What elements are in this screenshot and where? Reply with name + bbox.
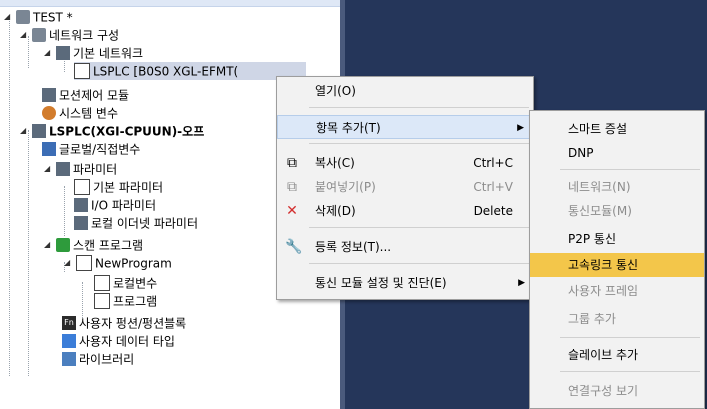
- submenu-user-frame[interactable]: 사용자 프레임: [530, 279, 704, 303]
- ethernet-parameter-icon: [74, 215, 88, 230]
- context-menu: 열기(O) 항목 추가(T) ▶ ⧉ 복사(C) Ctrl+C ⧉ 붙여넣기(P…: [276, 76, 534, 300]
- tree-node-program[interactable]: 프로그램: [94, 292, 157, 310]
- submenu-smart-expansion[interactable]: 스마트 증설: [530, 117, 704, 141]
- submenu-arrow-icon: ▶: [518, 278, 525, 288]
- tree-node-lsplc-module[interactable]: LSPLC [B0S0 XGL-EFMT(: [74, 62, 306, 80]
- program-icon: [94, 292, 110, 309]
- tree-node-user-function[interactable]: Fn 사용자 펑션/펑션블록: [62, 314, 186, 332]
- io-parameter-icon: [74, 197, 88, 212]
- tree-node-basic-network[interactable]: ◢ 기본 네트워크: [42, 44, 143, 62]
- wrench-icon: 🔧: [285, 239, 303, 255]
- tree-node-basic-params[interactable]: 기본 파라미터: [74, 178, 163, 196]
- system-variable-icon: [42, 105, 56, 120]
- submenu-arrow-icon: ▶: [517, 123, 524, 133]
- submenu-add-slave[interactable]: 슬레이브 추가: [530, 343, 704, 367]
- submenu-highspeed-link[interactable]: 고속링크 통신: [530, 253, 704, 277]
- copy-icon: ⧉: [287, 155, 297, 171]
- tree-node-local-eth-params[interactable]: 로컬 이더넷 파라미터: [74, 214, 198, 232]
- menu-copy[interactable]: ⧉ 복사(C) Ctrl+C: [277, 151, 533, 175]
- tree-node-scan-program[interactable]: ◢ 스캔 프로그램: [42, 236, 143, 254]
- delete-icon: ✕: [286, 203, 298, 219]
- tree-node-plc[interactable]: ◢ LSPLC(XGI-CPUUN)-오프: [18, 122, 204, 140]
- submenu-network[interactable]: 네트워크(N): [530, 175, 704, 199]
- global-variable-icon: [42, 141, 56, 156]
- submenu-p2p[interactable]: P2P 통신: [530, 227, 704, 251]
- local-variable-icon: [94, 274, 110, 291]
- tree-top-strip: [0, 0, 340, 7]
- menu-add-item[interactable]: 항목 추가(T) ▶: [277, 115, 533, 139]
- menu-comm-setup[interactable]: 통신 모듈 설정 및 진단(E) ▶: [277, 271, 533, 295]
- basic-parameter-icon: [74, 178, 90, 195]
- tree-node-project[interactable]: ◢ TEST *: [2, 8, 73, 26]
- tree-node-system-vars[interactable]: 시스템 변수: [42, 104, 118, 122]
- motion-module-icon: [42, 87, 56, 102]
- tree-node-new-program[interactable]: ◢ NewProgram: [62, 254, 172, 272]
- plc-icon: [32, 123, 46, 138]
- submenu-view-connection[interactable]: 연결구성 보기: [530, 379, 704, 403]
- menu-paste[interactable]: ⧉ 붙여넣기(P) Ctrl+V: [277, 175, 533, 199]
- tree-node-params[interactable]: ◢ 파라미터: [42, 160, 117, 178]
- add-item-submenu: 스마트 증설 DNP 네트워크(N) 통신모듈(M) P2P 통신 고속링크 통…: [529, 110, 705, 409]
- library-icon: [62, 351, 76, 366]
- menu-register-info[interactable]: 🔧 등록 정보(T)...: [277, 235, 533, 259]
- tree-node-network-config[interactable]: ◢ 네트워크 구성: [18, 26, 119, 44]
- parameter-folder-icon: [56, 161, 70, 176]
- scan-program-icon: [56, 237, 70, 252]
- datatype-icon: [62, 333, 76, 348]
- submenu-dnp[interactable]: DNP: [530, 141, 704, 165]
- tree-node-library[interactable]: 라이브러리: [62, 350, 134, 368]
- submenu-add-group[interactable]: 그룹 추가: [530, 307, 704, 331]
- network-config-icon: [32, 27, 46, 42]
- menu-open[interactable]: 열기(O): [277, 79, 533, 103]
- tree-node-local-vars[interactable]: 로컬변수: [94, 274, 157, 292]
- function-block-icon: Fn: [62, 315, 76, 330]
- module-icon: [74, 62, 90, 79]
- basic-network-icon: [56, 45, 70, 60]
- tree-node-motion-module[interactable]: 모션제어 모듈: [42, 86, 129, 104]
- menu-delete[interactable]: ✕ 삭제(D) Delete: [277, 199, 533, 223]
- tree-node-user-datatype[interactable]: 사용자 데이터 타입: [62, 332, 175, 350]
- paste-icon: ⧉: [287, 179, 297, 195]
- submenu-comm-module[interactable]: 통신모듈(M): [530, 199, 704, 223]
- tree-node-io-params[interactable]: I/O 파라미터: [74, 196, 156, 214]
- new-program-icon: [76, 254, 92, 271]
- project-network-icon: [16, 9, 30, 24]
- tree-node-global-vars[interactable]: 글로벌/직접변수: [42, 140, 140, 158]
